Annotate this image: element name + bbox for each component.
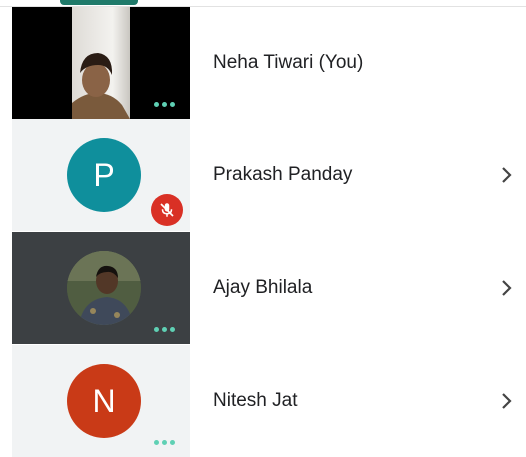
participant-name: Prakash Panday [213, 164, 353, 185]
active-tab-indicator [60, 0, 138, 5]
participant-row-ajay-bhilala[interactable]: Ajay Bhilala [12, 232, 526, 344]
participant-name: Ajay Bhilala [213, 277, 313, 298]
participant-name: Nitesh Jat [213, 390, 298, 411]
chevron-right-icon[interactable] [494, 163, 518, 187]
avatar: P [67, 138, 141, 212]
participant-row-nitesh-jat[interactable]: N Nitesh Jat [12, 345, 526, 457]
avatar: N [67, 364, 141, 438]
participant-avatar-tile [12, 232, 190, 344]
participant-row-neha-tiwari: Neha Tiwari (You) [12, 7, 526, 119]
participant-avatar-tile: N [12, 345, 190, 457]
mic-off-icon [151, 194, 183, 226]
more-options-dots-icon[interactable] [154, 102, 175, 107]
participant-avatar-tile: P [12, 119, 190, 231]
chevron-right-icon[interactable] [494, 276, 518, 300]
more-options-dots-icon[interactable] [154, 327, 175, 332]
participant-video-tile [12, 7, 190, 119]
chevron-right-icon[interactable] [494, 389, 518, 413]
participant-name: Neha Tiwari (You) [213, 52, 364, 73]
more-options-dots-icon[interactable] [154, 440, 175, 445]
avatar [67, 251, 141, 325]
participant-row-prakash-panday[interactable]: P Prakash Panday [12, 119, 526, 231]
